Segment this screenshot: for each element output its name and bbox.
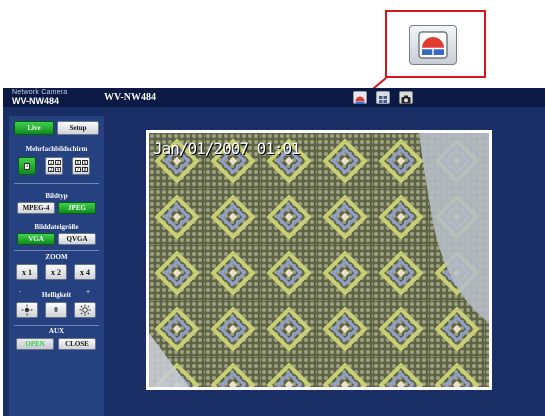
sd-record-icon <box>409 25 457 65</box>
quad-cell: 3 <box>48 167 54 173</box>
aux-label: AUX <box>48 327 65 335</box>
multiscreen-icon[interactable] <box>376 91 390 104</box>
setup-tab[interactable]: Setup <box>57 121 99 135</box>
quad-cell: 6 <box>82 160 88 166</box>
aux-open-button[interactable]: OPEN <box>16 338 54 350</box>
live-video: Jan/01/2007 01:01 <box>149 133 489 387</box>
mpeg4-button[interactable]: MPEG-4 <box>17 202 55 214</box>
image-type-label: Bildtyp <box>45 192 68 200</box>
qvga-button[interactable]: QVGA <box>58 233 96 245</box>
zoom-x1-button[interactable]: x 1 <box>16 264 38 280</box>
brand-line: Network Camera <box>12 89 68 96</box>
zoom-x2-button[interactable]: x 2 <box>45 264 67 280</box>
quad-screen-1-4-button[interactable]: 1 2 3 4 <box>45 157 63 175</box>
quilt-image <box>149 133 489 387</box>
title-bar: Network Camera WV-NW484 WV-NW484 <box>3 88 545 107</box>
quad-cell: 4 <box>55 167 61 173</box>
camera-app-window: Network Camera WV-NW484 WV-NW484 Live Se… <box>3 88 545 416</box>
sd-record-icon-small <box>355 96 365 104</box>
video-timestamp: Jan/01/2007 01:01 <box>153 139 301 158</box>
image-size-label: Bilddateigröße <box>34 223 79 231</box>
quad-cell: 1 <box>48 160 54 166</box>
quad-cell: 7 <box>75 167 81 173</box>
sun-bright-icon <box>79 304 91 316</box>
single-screen-glyph: 1 <box>24 162 30 170</box>
zoom-label: ZOOM <box>45 253 68 261</box>
quad-cell: 5 <box>75 160 81 166</box>
divider <box>14 183 99 184</box>
video-viewer: Jan/01/2007 01:01 <box>146 130 492 390</box>
quad-cell: 2 <box>55 160 61 166</box>
jpeg-button[interactable]: JPEG <box>58 202 96 214</box>
multiscreen-icon-graphic <box>379 96 387 103</box>
brightness-darker-button[interactable] <box>16 302 38 318</box>
brightness-brighter-button[interactable] <box>74 302 96 318</box>
quad-cell: 8 <box>82 167 88 173</box>
divider <box>14 325 99 326</box>
sun-dim-icon <box>21 304 33 316</box>
divider <box>14 250 99 251</box>
control-sidebar: Live Setup Mehrfachbildschirm 1 1 2 3 4 … <box>9 116 104 416</box>
sd-record-icon[interactable] <box>353 91 367 104</box>
callout-box <box>385 10 486 78</box>
snapshot-camera-icon[interactable] <box>399 91 413 104</box>
live-tab[interactable]: Live <box>14 121 54 135</box>
snapshot-camera-icon-graphic <box>401 95 411 104</box>
brightness-plus-label: + <box>86 289 91 296</box>
sd-record-icon-graphic <box>418 31 448 59</box>
page-title: WV-NW484 <box>104 92 157 103</box>
aux-close-button[interactable]: CLOSE <box>58 338 96 350</box>
multiscreen-label: Mehrfachbildschirm <box>25 145 88 153</box>
single-screen-button[interactable]: 1 <box>18 157 36 175</box>
vga-button[interactable]: VGA <box>17 233 55 245</box>
brand-model: WV-NW484 <box>12 96 60 106</box>
quad-screen-5-8-button[interactable]: 5 6 7 8 <box>72 157 90 175</box>
zoom-x4-button[interactable]: x 4 <box>74 264 96 280</box>
brightness-reset-button[interactable]: 0 <box>45 302 67 318</box>
